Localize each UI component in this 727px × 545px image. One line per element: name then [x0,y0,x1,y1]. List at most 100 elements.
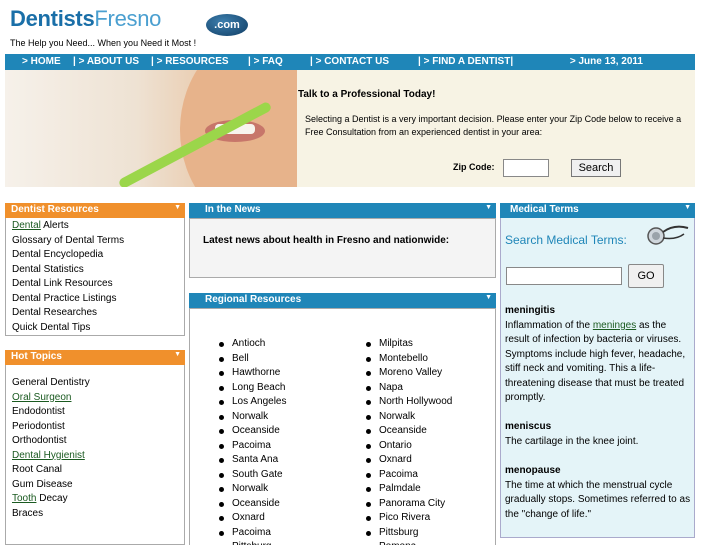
main-nav: > HOME | > ABOUT US | > RESOURCES | > FA… [5,54,695,70]
collapse-arrow-icon[interactable]: ▼ [174,351,181,358]
hot-topic-item[interactable]: Gum Disease [12,478,90,493]
city-link[interactable]: Oxnard [366,453,452,468]
city-link[interactable]: Norwalk [219,482,287,497]
hot-topic-label: General Dentistry [12,377,90,388]
city-link[interactable]: Santa Ana [219,453,287,468]
hero-smile-image [5,70,297,187]
medical-terms-header[interactable]: Medical Terms ▼ [500,203,695,218]
news-text: Latest news about health in Fresno and n… [203,235,450,246]
hot-topic-item[interactable]: Oral Surgeon [12,391,90,406]
nav-contact-us[interactable]: | > CONTACT US [310,56,389,67]
search-button[interactable]: Search [571,159,621,177]
city-link[interactable]: Palmdale [366,482,452,497]
nav-date: > June 13, 2011 [569,56,643,67]
dentist-resources-list: Dental Alerts Glossary of Dental Terms D… [12,219,124,335]
hot-topic-link[interactable]: Tooth [12,493,36,504]
hot-topic-link[interactable]: Oral Surgeon [12,392,71,403]
dotcom-badge: .com [206,14,248,36]
go-button[interactable]: GO [628,264,664,288]
tagline: The Help you Need... When you Need it Mo… [10,38,197,48]
medical-search-label: Search Medical Terms: [505,233,627,247]
city-link[interactable]: Pittsburg [366,526,452,541]
list-item[interactable]: Dental Encyclopedia [12,248,124,263]
city-link[interactable]: South Gate [219,468,287,483]
hot-topics-header[interactable]: Hot Topics ▼ [5,350,185,365]
regional-resources-header[interactable]: Regional Resources ▼ [189,293,496,308]
logo-text-dentists: Dentists [10,6,95,31]
city-link[interactable]: Hawthorne [219,366,287,381]
hot-topic-item[interactable]: Endodontist [12,405,90,420]
city-link[interactable]: Milpitas [366,337,452,352]
city-link[interactable]: Oxnard [219,511,287,526]
list-item[interactable]: Dental Practice Listings [12,292,124,307]
term-definition: The time at which the menstrual cycle gr… [505,479,691,520]
news-header[interactable]: In the News ▼ [189,203,496,218]
city-link[interactable]: Ontario [366,439,452,454]
city-link[interactable]: Moreno Valley [366,366,452,381]
city-link[interactable]: Bell [219,352,287,367]
city-link[interactable]: Pico Rivera [366,511,452,526]
city-link[interactable]: Norwalk [366,410,452,425]
hot-topic-item[interactable]: Tooth Decay [12,492,90,507]
city-link[interactable]: Pacoima [366,468,452,483]
city-link[interactable]: Antioch [219,337,287,352]
city-link[interactable]: Panorama City [366,497,452,512]
list-item[interactable]: Dental Link Resources [12,277,124,292]
hot-topic-item[interactable]: Braces [12,507,90,522]
hero-text: Selecting a Dentist is a very important … [305,114,682,137]
nav-find-a-dentist[interactable]: | > FIND A DENTIST| [418,56,513,67]
hot-topics-panel: General Dentistry Oral Surgeon Endodontist… [5,365,185,545]
zip-code-input[interactable] [503,159,549,177]
stethoscope-icon [647,225,689,245]
city-link[interactable]: Norwalk [219,410,287,425]
hot-topic-link[interactable]: Dental Hygienist [12,450,85,461]
hot-topic-item[interactable]: General Dentistry [12,376,90,391]
city-link[interactable]: North Hollywood [366,395,452,410]
hot-topic-item[interactable]: Periodontist [12,420,90,435]
dental-alerts-link[interactable]: Dental [12,220,41,231]
list-item[interactable]: Dental Statistics [12,263,124,278]
list-item[interactable]: Quick Dental Tips [12,321,124,336]
city-link[interactable]: Montebello [366,352,452,367]
term-definition: Inflammation of the [505,319,593,331]
city-link[interactable]: Napa [366,381,452,396]
city-link[interactable]: Pomona [366,540,452,545]
dentist-resources-header[interactable]: Dentist Resources ▼ [5,203,185,218]
medical-terms-panel: Search Medical Terms: GO meningitis Infl… [500,218,695,538]
list-item[interactable]: Dental Researches [12,306,124,321]
hot-topic-label: Endodontist [12,406,65,417]
list-item[interactable]: Dental Alerts [12,219,124,234]
regional-resources-title: Regional Resources [205,294,302,305]
city-link[interactable]: Oceanside [366,424,452,439]
dentist-resources-title: Dentist Resources [11,204,99,215]
site-logo[interactable]: DentistsFresno [10,6,161,32]
nav-resources[interactable]: | > RESOURCES [151,56,229,67]
hot-topic-item[interactable]: Orthodontist [12,434,90,449]
hot-topic-item[interactable]: Root Canal [12,463,90,478]
city-link[interactable]: Pittsburg [219,540,287,545]
city-link[interactable]: Los Angeles [219,395,287,410]
nav-faq[interactable]: | > FAQ [248,56,283,67]
hot-topics-title: Hot Topics [11,351,62,362]
collapse-arrow-icon[interactable]: ▼ [485,294,492,301]
hot-topic-label: Orthodontist [12,435,67,446]
city-link[interactable]: Pacoima [219,526,287,541]
hero-title: Talk to a Professional Today! [298,89,436,100]
city-link[interactable]: Long Beach [219,381,287,396]
meninges-link[interactable]: meninges [593,320,636,331]
nav-home[interactable]: > HOME [22,56,61,67]
collapse-arrow-icon[interactable]: ▼ [684,204,691,211]
list-item[interactable]: Glossary of Dental Terms [12,234,124,249]
hot-topic-label: Periodontist [12,420,65,432]
hot-topic-item[interactable]: Dental Hygienist [12,449,90,464]
news-title: In the News [205,204,261,215]
city-link[interactable]: Oceanside [219,497,287,512]
zip-code-label: Zip Code: [453,162,495,172]
collapse-arrow-icon[interactable]: ▼ [174,204,181,211]
nav-about-us[interactable]: | > ABOUT US [73,56,139,67]
medical-search-input[interactable] [506,267,622,285]
hot-topic-label: Root Canal [12,464,63,475]
collapse-arrow-icon[interactable]: ▼ [485,204,492,211]
city-link[interactable]: Pacoima [219,439,287,454]
city-link[interactable]: Oceanside [219,424,287,439]
